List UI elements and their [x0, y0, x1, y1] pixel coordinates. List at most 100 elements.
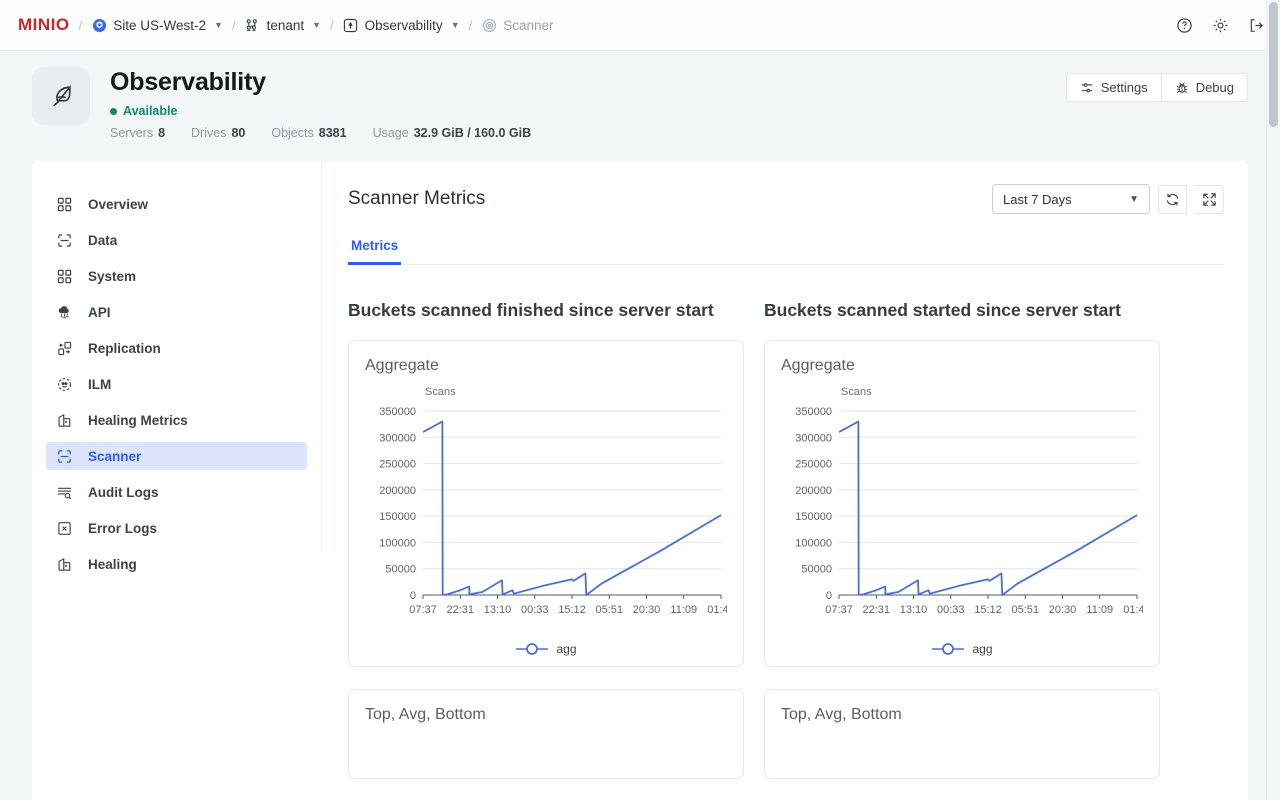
chart-card-label: Aggregate: [781, 357, 1143, 375]
chart-card-top-avg-bottom: Top, Avg, Bottom: [348, 689, 744, 779]
scanner-icon: [481, 17, 497, 33]
sidebar-item-api[interactable]: API: [46, 298, 307, 326]
time-range-select[interactable]: Last 7 Days ▼: [992, 184, 1150, 214]
chart-card-top-avg-bottom: Top, Avg, Bottom: [764, 689, 1160, 779]
sidebar-item-audit-logs[interactable]: Audit Logs: [46, 478, 307, 506]
page-title: Observability: [110, 67, 531, 97]
sidebar-item-replication[interactable]: Replication: [46, 334, 307, 362]
legend-label: agg: [972, 642, 992, 656]
fullscreen-icon: [1202, 192, 1217, 207]
svg-text:20:30: 20:30: [633, 604, 661, 616]
fullscreen-button[interactable]: [1195, 185, 1224, 214]
breadcrumb-separator: /: [232, 18, 236, 33]
stat-servers: Servers 8: [110, 126, 165, 140]
svg-text:200000: 200000: [795, 485, 832, 497]
sidebar-item-label: Data: [88, 233, 117, 248]
svg-text:300000: 300000: [795, 432, 832, 444]
svg-text:350000: 350000: [795, 406, 832, 418]
svg-text:Scans: Scans: [425, 386, 456, 398]
stat-drives-label: Drives: [191, 126, 226, 140]
svg-text:07:37: 07:37: [825, 604, 853, 616]
tenant-icon: [245, 17, 261, 33]
status-label: Available: [123, 104, 177, 118]
chart-legend: agg: [781, 642, 1143, 656]
replication-icon: [56, 340, 73, 357]
page-header-text: Observability Available Servers 8 Drives 8…: [110, 67, 531, 140]
svg-text:100000: 100000: [379, 537, 416, 549]
breadcrumb-site[interactable]: Site US-West-2 ▼: [91, 17, 223, 33]
stat-servers-label: Servers: [110, 126, 153, 140]
sidebar-item-error-logs[interactable]: Error Logs: [46, 514, 307, 542]
svg-text:01:48: 01:48: [1123, 604, 1143, 616]
tab-metrics[interactable]: Metrics: [348, 238, 401, 265]
stat-objects-label: Objects: [271, 126, 313, 140]
sidebar-item-healing-metrics[interactable]: Healing Metrics: [46, 406, 307, 434]
svg-text:350000: 350000: [379, 406, 416, 418]
page-header: Observability Available Servers 8 Drives 8…: [0, 51, 1280, 150]
sidebar-item-label: Scanner: [88, 449, 141, 464]
chart-title: Buckets scanned finished since server st…: [348, 295, 744, 325]
sidebar-item-data[interactable]: Data: [46, 226, 307, 254]
gear-icon[interactable]: [1210, 15, 1230, 35]
sidebar-item-system[interactable]: System: [46, 262, 307, 290]
sidebar: Overview Data System API Replication: [32, 162, 322, 552]
chart-card-label: Top, Avg, Bottom: [365, 706, 727, 724]
svg-text:15:12: 15:12: [974, 604, 1002, 616]
svg-text:0: 0: [826, 590, 832, 602]
svg-text:01:48: 01:48: [707, 604, 727, 616]
debug-button[interactable]: Debug: [1162, 73, 1248, 102]
scrollbar-thumb[interactable]: [1269, 2, 1278, 127]
sidebar-item-label: Replication: [88, 341, 161, 356]
status-dot: [110, 108, 117, 115]
chart-column-left: Buckets scanned finished since server st…: [348, 295, 744, 779]
svg-text:22:31: 22:31: [862, 604, 890, 616]
legend-marker-icon: [931, 642, 965, 656]
svg-text:13:10: 13:10: [484, 604, 512, 616]
sidebar-item-ilm[interactable]: ILM: [46, 370, 307, 398]
svg-text:00:33: 00:33: [937, 604, 965, 616]
sidebar-item-label: API: [88, 305, 111, 320]
breadcrumb-separator: /: [330, 18, 334, 33]
sidebar-item-overview[interactable]: Overview: [46, 190, 307, 218]
ilm-icon: [56, 376, 73, 393]
svg-text:150000: 150000: [795, 511, 832, 523]
chart-card-aggregate: Aggregate Scans0500001000001500002000002…: [348, 340, 744, 667]
chart-legend: agg: [365, 642, 727, 656]
svg-text:20:30: 20:30: [1049, 604, 1077, 616]
refresh-button[interactable]: [1158, 185, 1187, 214]
breadcrumb-observability[interactable]: Observability ▼: [343, 17, 460, 33]
chart-plot[interactable]: Scans05000010000015000020000025000030000…: [365, 381, 727, 636]
breadcrumb-tenant[interactable]: tenant ▼: [245, 17, 321, 33]
stat-drives-value: 80: [231, 126, 245, 140]
chevron-down-icon: ▼: [1129, 194, 1139, 205]
time-range-value: Last 7 Days: [1003, 192, 1072, 207]
settings-button-label: Settings: [1101, 80, 1148, 95]
cloud-icon: [56, 304, 73, 321]
chart-card-label: Aggregate: [365, 357, 727, 375]
chart-plot[interactable]: Scans05000010000015000020000025000030000…: [781, 381, 1143, 636]
scan-icon: [56, 232, 73, 249]
svg-text:300000: 300000: [379, 432, 416, 444]
breadcrumb-site-label: Site US-West-2: [113, 18, 206, 33]
breadcrumb-scanner-label: Scanner: [503, 18, 553, 33]
minio-logo[interactable]: MINIO: [18, 15, 70, 35]
sidebar-item-scanner[interactable]: Scanner: [46, 442, 307, 470]
settings-button[interactable]: Settings: [1066, 73, 1162, 102]
logout-icon[interactable]: [1246, 15, 1266, 35]
chevron-down-icon: ▼: [214, 20, 223, 30]
help-icon[interactable]: [1174, 15, 1194, 35]
sidebar-item-healing[interactable]: Healing: [46, 550, 307, 578]
top-bar: MINIO / Site US-West-2 ▼ / tenant ▼ / Ob…: [0, 0, 1280, 51]
breadcrumb-separator: /: [469, 18, 473, 33]
sidebar-item-label: Error Logs: [88, 521, 157, 536]
kubernetes-icon: [91, 17, 107, 33]
observability-icon: [343, 17, 359, 33]
system-icon: [56, 268, 73, 285]
legend-marker-icon: [515, 642, 549, 656]
svg-text:07:37: 07:37: [409, 604, 437, 616]
svg-text:0: 0: [410, 590, 416, 602]
stat-servers-value: 8: [158, 126, 165, 140]
scrollbar-track[interactable]: [1266, 0, 1280, 800]
breadcrumb-scanner: Scanner: [481, 17, 553, 33]
stat-usage: Usage32.9 GiB / 160.0 GiB: [373, 126, 532, 140]
